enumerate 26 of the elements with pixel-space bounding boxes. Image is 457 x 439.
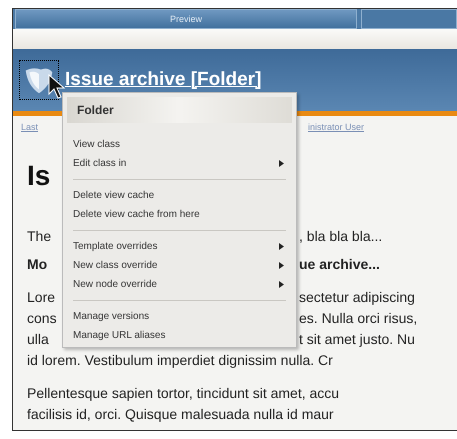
menu-item[interactable]: New node override xyxy=(63,275,296,294)
text-line: id lorem. Vestibulum imperdiet dignissim nulla. Cr xyxy=(27,351,334,370)
text-line: sectetur adipiscing xyxy=(299,288,415,307)
menu-item[interactable]: Template overrides xyxy=(63,237,296,256)
text-line: t sit amet justo. Nu xyxy=(299,330,415,349)
text-line: Mo xyxy=(27,255,48,274)
menu-item[interactable]: View class xyxy=(63,135,296,154)
menu-item[interactable]: Manage versions xyxy=(63,307,296,326)
text-line: Lore xyxy=(27,288,56,307)
text-line: The xyxy=(27,227,52,246)
text-line: ulla xyxy=(27,330,49,349)
menu-item[interactable]: New class override xyxy=(63,256,296,275)
mouse-cursor-icon xyxy=(48,74,66,100)
menu-item[interactable]: Delete view cache xyxy=(63,186,296,205)
page-title[interactable]: Issue archive [Folder] xyxy=(65,69,262,91)
text-line: ue archive... xyxy=(299,255,380,274)
menu-item[interactable]: Manage URL aliases xyxy=(63,326,296,345)
text-line: , bla bla bla... xyxy=(299,227,382,246)
heading: Is xyxy=(27,160,50,192)
menu-title: Folder xyxy=(67,97,292,123)
menu-item[interactable]: Edit class in xyxy=(63,154,296,173)
text-line: Pellentesque sapien tortor, tincidunt sit amet, accu xyxy=(27,384,340,403)
text-line: es. Nulla orci risus, xyxy=(299,309,418,328)
text-line: cons xyxy=(27,309,57,328)
text-line: facilisis id, orci. Quisque malesuada nulla id maur xyxy=(27,405,335,424)
menu-item[interactable]: Delete view cache from here xyxy=(63,205,296,224)
